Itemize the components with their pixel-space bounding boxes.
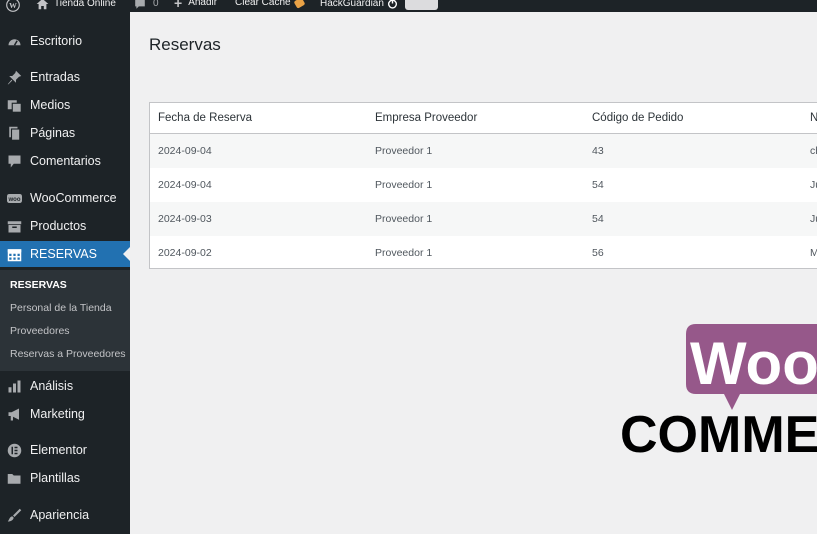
logo-commerce-text: COMMERCE	[620, 406, 817, 460]
column-header-next[interactable]: N	[810, 112, 817, 124]
site-name-link[interactable]: Tienda Online	[36, 0, 116, 10]
power-icon	[387, 0, 397, 9]
sidebar-item-label: Análisis	[30, 379, 74, 393]
cell-codigo: 54	[592, 213, 604, 225]
sidebar-item-elementor[interactable]: Elementor	[0, 437, 130, 463]
sidebar-item-label: WooCommerce	[30, 191, 117, 205]
hackguardian-link[interactable]: HackGuardian	[320, 0, 398, 9]
sidebar-item-comentarios[interactable]: Comentarios	[0, 148, 130, 174]
sidebar-item-label: Plantillas	[30, 471, 81, 485]
reservas-table: Fecha de Reserva Empresa Proveedor Códig…	[149, 102, 817, 269]
paintbrush-icon	[7, 508, 22, 522]
wordpress-logo-icon[interactable]: W	[6, 0, 20, 12]
sidebar-item-reservas[interactable]: RESERVAS	[0, 241, 130, 267]
calendar-icon	[7, 249, 22, 262]
add-new-label: Añadir	[188, 0, 218, 8]
sidebar-item-label: Productos	[30, 219, 87, 233]
sidebar-item-label: Escritorio	[30, 34, 83, 48]
pin-icon	[7, 70, 22, 85]
sidebar-item-plantillas[interactable]: Plantillas	[0, 465, 130, 491]
sidebar-item-escritorio[interactable]: Escritorio	[0, 28, 130, 54]
table-row[interactable]: 2024-09-04 Proveedor 1 43 ch	[150, 134, 817, 168]
cell-next: Ju	[810, 213, 817, 225]
home-icon	[36, 0, 49, 10]
sidebar-item-label: Elementor	[30, 443, 87, 457]
sidebar-item-label: RESERVAS	[30, 247, 97, 261]
cell-codigo: 43	[592, 145, 604, 157]
reservas-submenu: RESERVAS Personal de la Tienda Proveedor…	[0, 270, 130, 371]
submenu-item-personal[interactable]: Personal de la Tienda	[10, 302, 112, 314]
cell-codigo: 54	[592, 179, 604, 191]
page-title: Reservas	[149, 35, 221, 54]
cell-fecha: 2024-09-02	[158, 247, 212, 259]
clear-cache-label: Clear Cache	[235, 0, 291, 8]
submenu-item-proveedores[interactable]: Proveedores	[10, 325, 70, 337]
admin-bar: W Tienda Online 0 + Añadir Clear Cache H…	[0, 0, 817, 12]
cell-fecha: 2024-09-04	[158, 179, 212, 191]
cell-next: M	[810, 247, 817, 259]
hackguardian-label: HackGuardian	[320, 0, 384, 9]
megaphone-icon	[8, 408, 19, 421]
cell-next: ch	[810, 145, 817, 157]
submenu-item-reservas-proveedores[interactable]: Reservas a Proveedores	[10, 348, 126, 360]
admin-sidebar: Escritorio Entradas Medios Páginas Comen…	[0, 12, 130, 534]
add-new-link[interactable]: + Añadir	[174, 0, 218, 11]
dashboard-icon	[8, 39, 21, 46]
pages-icon	[9, 126, 21, 141]
sidebar-item-productos[interactable]: Productos	[0, 213, 130, 239]
sidebar-item-woocommerce[interactable]: woo WooCommerce	[0, 185, 130, 211]
elementor-icon	[7, 443, 22, 458]
folder-icon	[7, 474, 21, 484]
cell-fecha: 2024-09-03	[158, 213, 212, 225]
sidebar-item-label: Entradas	[30, 70, 81, 84]
sidebar-item-label: Comentarios	[30, 154, 101, 168]
svg-text:woo: woo	[8, 197, 21, 203]
svg-text:W: W	[9, 1, 17, 10]
sidebar-item-entradas[interactable]: Entradas	[0, 64, 130, 90]
comments-icon	[8, 155, 21, 168]
submenu-item-reservas[interactable]: RESERVAS	[10, 279, 67, 291]
sidebar-item-label: Medios	[30, 98, 71, 112]
products-icon	[7, 221, 22, 233]
comment-bubble-icon	[135, 0, 145, 9]
woocommerce-logo: Woo COMMERCE	[620, 320, 817, 460]
sidebar-item-apariencia[interactable]: Apariencia	[0, 502, 130, 528]
cell-empresa: Proveedor 1	[375, 179, 433, 191]
cell-empresa: Proveedor 1	[375, 145, 433, 157]
hackguardian-toggle[interactable]	[405, 0, 438, 10]
sidebar-item-paginas[interactable]: Páginas	[0, 120, 130, 146]
column-header-empresa[interactable]: Empresa Proveedor	[375, 112, 477, 124]
site-name: Tienda Online	[54, 0, 116, 9]
column-header-fecha[interactable]: Fecha de Reserva	[158, 112, 252, 124]
media-icon	[7, 100, 22, 113]
cell-fecha: 2024-09-04	[158, 145, 212, 157]
comments-link[interactable]: 0	[134, 0, 159, 10]
cell-empresa: Proveedor 1	[375, 213, 433, 225]
sidebar-item-label: Páginas	[30, 126, 76, 140]
plus-icon: +	[174, 0, 183, 11]
cell-next: Ju	[810, 179, 817, 191]
logo-woo-text: Woo	[690, 330, 817, 397]
column-header-codigo[interactable]: Código de Pedido	[592, 112, 683, 124]
table-row[interactable]: 2024-09-02 Proveedor 1 56 M	[150, 236, 817, 268]
cell-codigo: 56	[592, 247, 604, 259]
tag-icon	[293, 0, 305, 9]
woocommerce-icon: woo	[7, 194, 22, 203]
sidebar-item-analisis[interactable]: Análisis	[0, 373, 130, 399]
clear-cache-link[interactable]: Clear Cache	[235, 0, 305, 9]
sidebar-item-label: Apariencia	[30, 508, 90, 522]
cell-empresa: Proveedor 1	[375, 247, 433, 259]
sidebar-item-label: Marketing	[30, 407, 85, 421]
sidebar-item-marketing[interactable]: Marketing	[0, 401, 130, 427]
analytics-icon	[8, 380, 21, 393]
comments-count: 0	[153, 0, 159, 9]
sidebar-item-medios[interactable]: Medios	[0, 92, 130, 118]
table-row[interactable]: 2024-09-03 Proveedor 1 54 Ju	[150, 202, 817, 236]
table-row[interactable]: 2024-09-04 Proveedor 1 54 Ju	[150, 168, 817, 202]
